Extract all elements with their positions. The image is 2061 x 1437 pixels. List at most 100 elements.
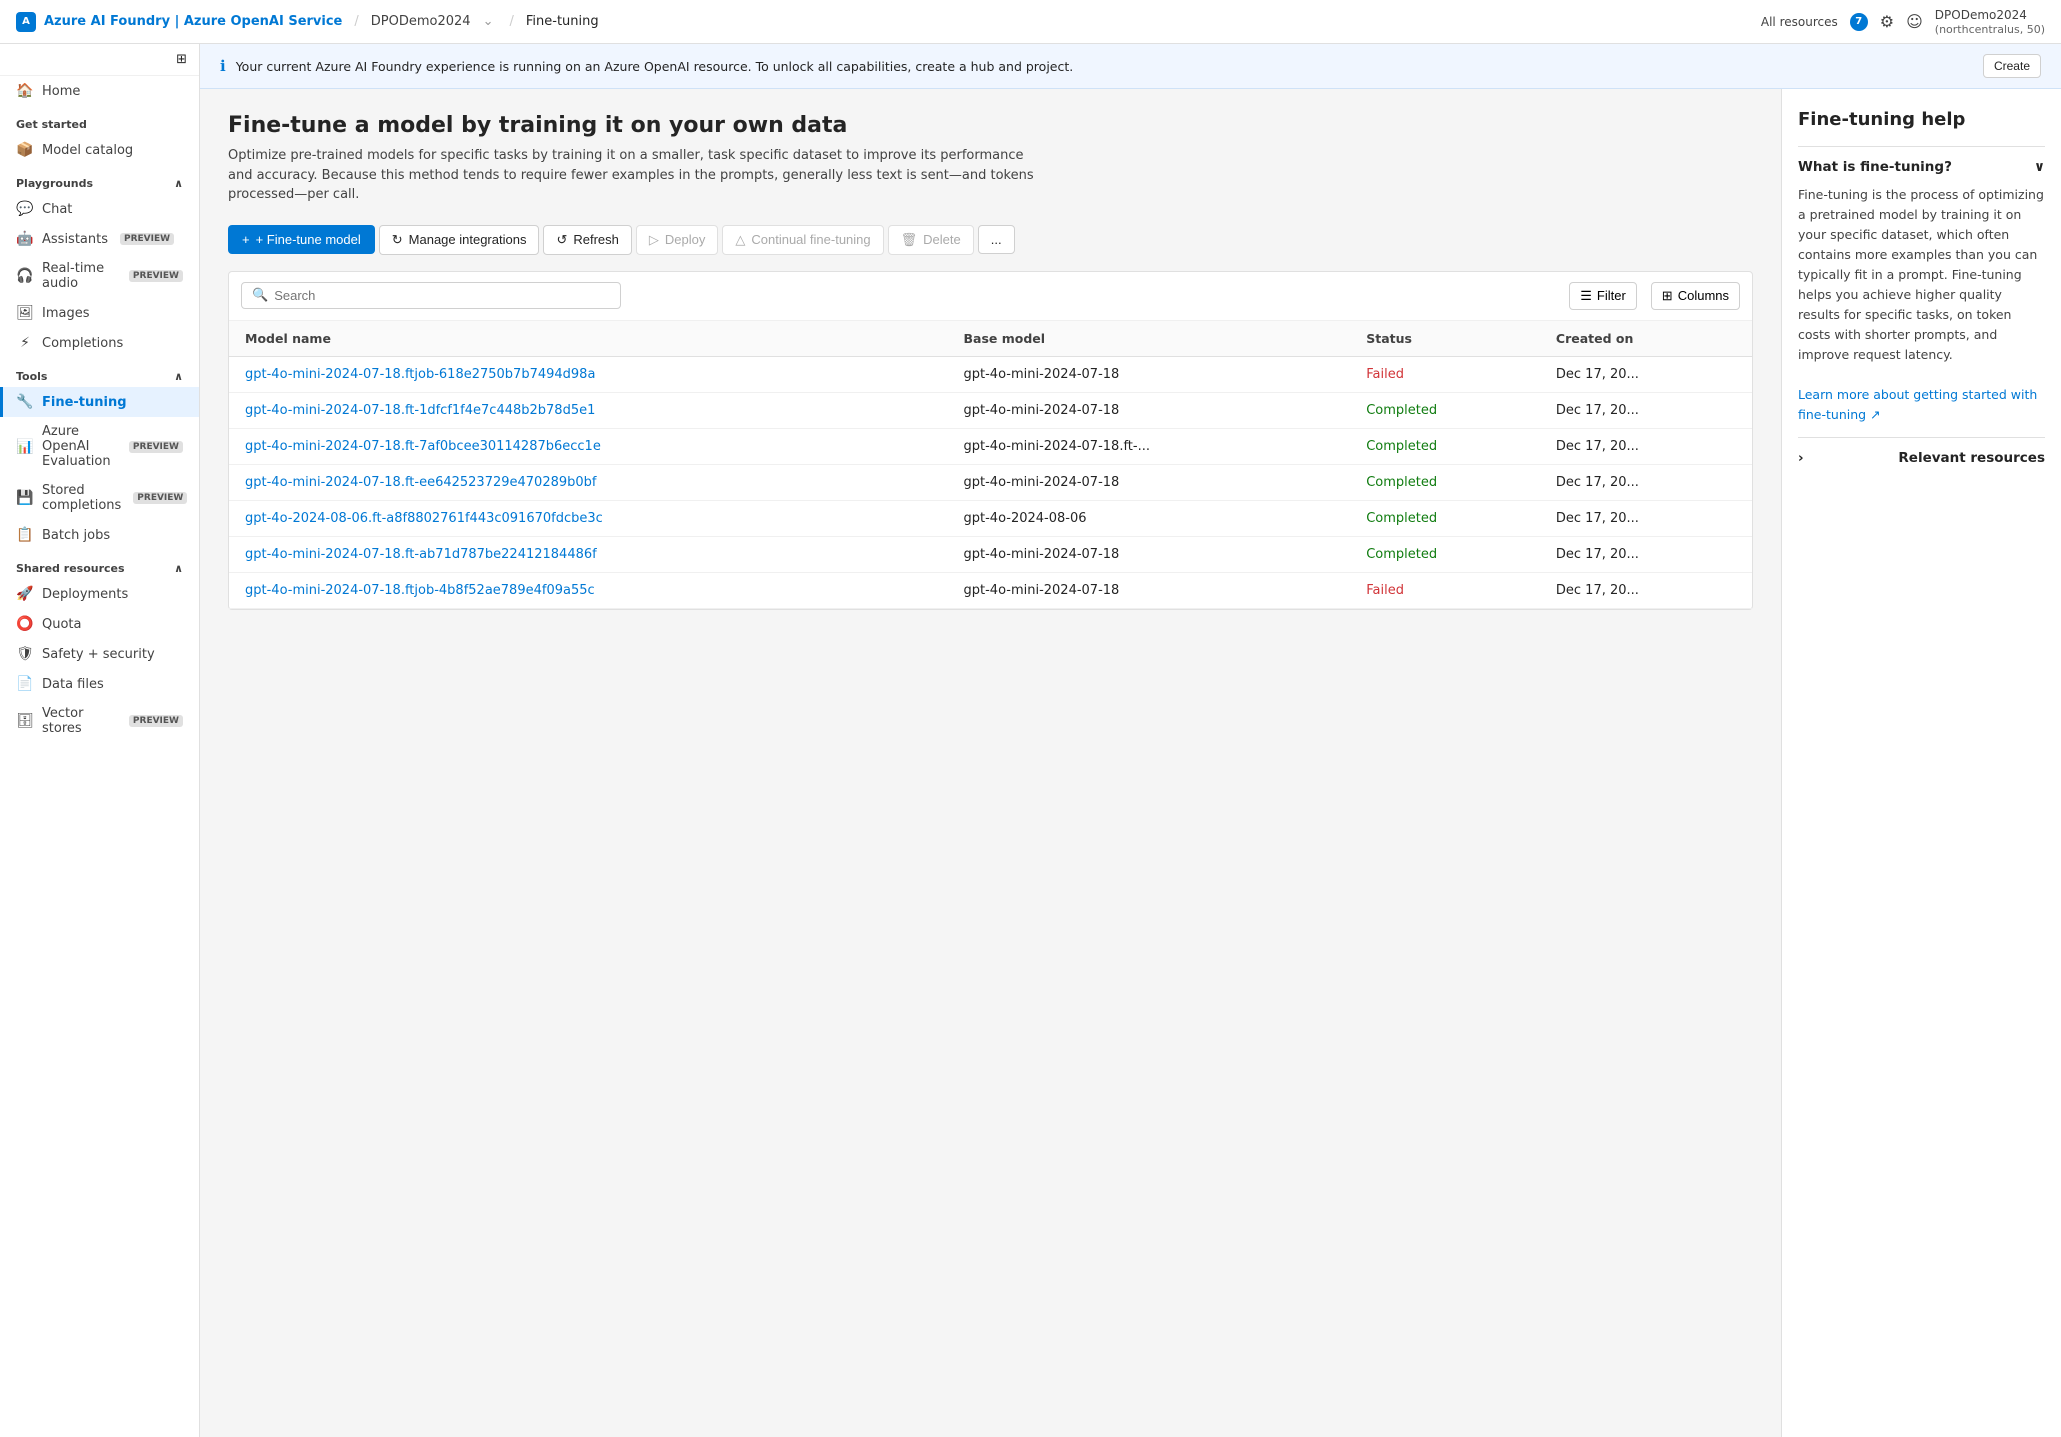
delete-button[interactable]: 🗑 Delete [888, 225, 974, 255]
resource-count-badge: 7 [1850, 13, 1868, 31]
sidebar-home-label: Home [42, 84, 80, 99]
continual-fine-tuning-button[interactable]: △ Continual fine-tuning [722, 225, 883, 255]
sidebar-item-model-catalog[interactable]: 📦 Model catalog [0, 135, 199, 165]
model-name-link[interactable]: gpt-4o-mini-2024-07-18.ft-ee642523729e47… [245, 475, 597, 490]
cell-model-name[interactable]: gpt-4o-mini-2024-07-18.ft-ee642523729e47… [229, 464, 948, 500]
help-panel: Fine-tuning help What is fine-tuning? ∨ … [1781, 89, 2061, 1437]
table-row: gpt-4o-mini-2024-07-18.ft-ee642523729e47… [229, 464, 1752, 500]
all-resources-label[interactable]: All resources [1761, 15, 1838, 29]
sidebar-deployments-label: Deployments [42, 587, 128, 602]
settings-icon[interactable]: ⚙ [1880, 12, 1894, 31]
app-body: ⊞ 🏠 Home Get started 📦 Model catalog Pla… [0, 44, 2061, 1437]
cell-status: Completed [1350, 464, 1540, 500]
sidebar-item-vector-stores[interactable]: 🗄 Vector stores PREVIEW [0, 699, 199, 743]
model-catalog-icon: 📦 [16, 142, 34, 158]
data-files-icon: 📄 [16, 676, 34, 692]
manage-integrations-button[interactable]: ↻ Manage integrations [379, 225, 540, 255]
sidebar-item-azure-openai-eval[interactable]: 📊 Azure OpenAI Evaluation PREVIEW [0, 417, 199, 476]
cell-created-on: Dec 17, 20... [1540, 392, 1752, 428]
main-content: Fine-tune a model by training it on your… [200, 89, 1781, 1437]
create-button[interactable]: Create [1983, 54, 2041, 78]
model-name-link[interactable]: gpt-4o-mini-2024-07-18.ftjob-4b8f52ae789… [245, 583, 595, 598]
assistants-preview-badge: PREVIEW [120, 233, 174, 245]
stored-completions-preview-badge: PREVIEW [133, 492, 187, 504]
get-started-label: Get started [16, 118, 87, 131]
sidebar-item-safety-security[interactable]: 🛡 Safety + security [0, 639, 199, 669]
brand-icon: A [16, 12, 36, 32]
sidebar-item-home[interactable]: 🏠 Home [0, 76, 199, 106]
sidebar-get-started-header: Get started [0, 106, 199, 135]
sidebar-item-fine-tuning[interactable]: 🔧 Fine-tuning [0, 387, 199, 417]
sidebar-item-completions[interactable]: ⚡ Completions [0, 328, 199, 358]
cell-status: Failed [1350, 356, 1540, 392]
sidebar-item-stored-completions[interactable]: 💾 Stored completions PREVIEW [0, 476, 199, 520]
columns-label: Columns [1678, 288, 1729, 303]
help-section-what-is-header[interactable]: What is fine-tuning? ∨ [1798, 159, 2045, 175]
brand-logo[interactable]: A Azure AI Foundry | Azure OpenAI Servic… [16, 12, 342, 32]
fine-tuning-table-container: 🔍 ☰ Filter ⊞ Columns [228, 271, 1753, 610]
sidebar-item-chat[interactable]: 💬 Chat [0, 194, 199, 224]
cell-base-model: gpt-4o-mini-2024-07-18 [948, 572, 1351, 608]
columns-button[interactable]: ⊞ Columns [1651, 282, 1740, 310]
columns-icon: ⊞ [1662, 288, 1673, 304]
search-input[interactable] [274, 288, 610, 303]
help-section-what-is-fine-tuning: What is fine-tuning? ∨ Fine-tuning is th… [1798, 146, 2045, 437]
breadcrumb-workspace[interactable]: DPODemo2024 [371, 14, 471, 29]
deploy-button[interactable]: ▷ Deploy [636, 225, 718, 255]
sidebar-item-assistants[interactable]: 🤖 Assistants PREVIEW [0, 224, 199, 254]
manage-integrations-label: Manage integrations [409, 232, 527, 247]
deployments-icon: 🚀 [16, 586, 34, 602]
sidebar-item-batch-jobs[interactable]: 📋 Batch jobs [0, 520, 199, 550]
sidebar-data-files-label: Data files [42, 677, 104, 692]
model-name-link[interactable]: gpt-4o-mini-2024-07-18.ft-1dfcf1f4e7c448… [245, 403, 595, 418]
search-box[interactable]: 🔍 [241, 282, 621, 309]
batch-jobs-icon: 📋 [16, 527, 34, 543]
cell-model-name[interactable]: gpt-4o-mini-2024-07-18.ftjob-618e2750b7b… [229, 356, 948, 392]
sidebar-playgrounds-header[interactable]: Playgrounds ∧ [0, 165, 199, 194]
sidebar-item-images[interactable]: 🖼 Images [0, 298, 199, 328]
fine-tune-model-button[interactable]: + + Fine-tune model [228, 225, 375, 254]
continual-fine-tuning-icon: △ [735, 232, 745, 248]
sidebar-item-data-files[interactable]: 📄 Data files [0, 669, 199, 699]
user-location: (northcentralus, 50) [1935, 23, 2045, 36]
sidebar-item-realtime-audio[interactable]: 🎧 Real-time audio PREVIEW [0, 254, 199, 298]
sidebar-batch-jobs-label: Batch jobs [42, 528, 110, 543]
user-account[interactable]: DPODemo2024 (northcentralus, 50) [1935, 8, 2045, 36]
cell-status: Completed [1350, 536, 1540, 572]
model-name-link[interactable]: gpt-4o-2024-08-06.ft-a8f8802761f443c0916… [245, 511, 603, 526]
sidebar-safety-label: Safety + security [42, 647, 155, 662]
sidebar-realtime-label: Real-time audio [42, 261, 117, 291]
sidebar-azure-eval-label: Azure OpenAI Evaluation [42, 424, 117, 469]
cell-model-name[interactable]: gpt-4o-mini-2024-07-18.ft-7af0bcee301142… [229, 428, 948, 464]
cell-model-name[interactable]: gpt-4o-mini-2024-07-18.ft-1dfcf1f4e7c448… [229, 392, 948, 428]
help-icon[interactable]: ☺ [1906, 12, 1923, 31]
home-icon: 🏠 [16, 83, 34, 99]
help-section-relevant-header[interactable]: › Relevant resources [1798, 450, 2045, 466]
fine-tune-model-label: + Fine-tune model [256, 232, 361, 247]
top-navigation: A Azure AI Foundry | Azure OpenAI Servic… [0, 0, 2061, 44]
sidebar-shared-resources-header[interactable]: Shared resources ∧ [0, 550, 199, 579]
help-learn-more-link[interactable]: Learn more about getting started with fi… [1798, 387, 2037, 422]
more-button[interactable]: ... [978, 225, 1015, 254]
cell-model-name[interactable]: gpt-4o-mini-2024-07-18.ft-ab71d787be2241… [229, 536, 948, 572]
filter-button[interactable]: ☰ Filter [1569, 282, 1637, 310]
table-toolbar: 🔍 ☰ Filter ⊞ Columns [229, 272, 1752, 321]
refresh-button[interactable]: ↺ Refresh [543, 225, 631, 255]
sidebar-toggle[interactable]: ⊞ [0, 44, 199, 76]
brand-text: Azure AI Foundry | Azure OpenAI Service [44, 14, 342, 29]
sidebar-item-quota[interactable]: ⭕ Quota [0, 609, 199, 639]
cell-model-name[interactable]: gpt-4o-2024-08-06.ft-a8f8802761f443c0916… [229, 500, 948, 536]
main-with-panel: Fine-tune a model by training it on your… [200, 89, 2061, 1437]
help-section-relevant-chevron-right: › [1798, 450, 1804, 466]
model-name-link[interactable]: gpt-4o-mini-2024-07-18.ftjob-618e2750b7b… [245, 367, 595, 382]
model-name-link[interactable]: gpt-4o-mini-2024-07-18.ft-ab71d787be2241… [245, 547, 597, 562]
sidebar-fine-tuning-label: Fine-tuning [42, 395, 127, 410]
table-row: gpt-4o-mini-2024-07-18.ft-ab71d787be2241… [229, 536, 1752, 572]
sidebar-item-deployments[interactable]: 🚀 Deployments [0, 579, 199, 609]
sidebar-stored-completions-label: Stored completions [42, 483, 121, 513]
model-name-link[interactable]: gpt-4o-mini-2024-07-18.ft-7af0bcee301142… [245, 439, 601, 454]
sidebar-tools-header[interactable]: Tools ∧ [0, 358, 199, 387]
cell-model-name[interactable]: gpt-4o-mini-2024-07-18.ftjob-4b8f52ae789… [229, 572, 948, 608]
nav-separator-1: / [354, 14, 358, 29]
col-base-model: Base model [948, 321, 1351, 357]
